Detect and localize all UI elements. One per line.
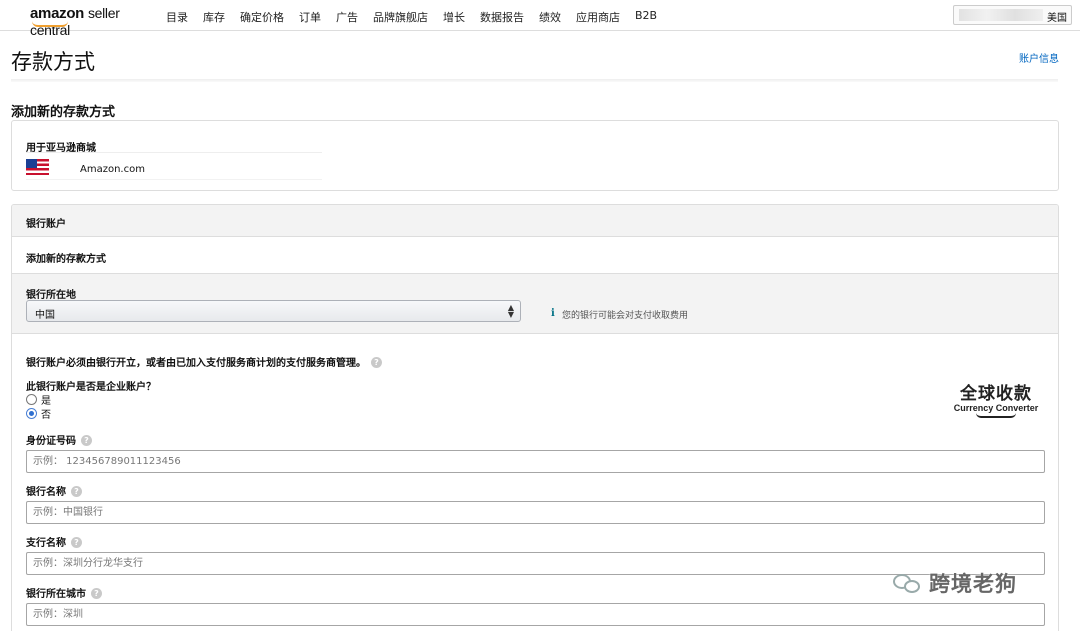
divider xyxy=(26,179,322,180)
help-icon[interactable]: ? xyxy=(81,435,92,446)
id-number-input[interactable] xyxy=(27,451,1044,472)
divider xyxy=(26,152,322,153)
id-number-field[interactable] xyxy=(26,450,1045,473)
bank-location-label: 银行所在地 xyxy=(26,290,76,301)
marketplace-site: Amazon.com xyxy=(80,164,145,175)
smile-icon xyxy=(976,413,1016,418)
main-nav: 目录 库存 确定价格 订单 广告 品牌旗舰店 增长 数据报告 绩效 应用商店 B… xyxy=(166,9,672,25)
bank-city-label: 银行所在城市? xyxy=(26,585,102,600)
radio-yes-label: 是 xyxy=(41,396,51,407)
help-icon[interactable]: ? xyxy=(91,588,102,599)
amazon-smile-icon xyxy=(32,21,68,27)
bank-location-value: 中国 xyxy=(35,310,55,321)
add-method-row: 添加新的存款方式 xyxy=(12,237,1058,274)
radio-no[interactable] xyxy=(26,408,37,419)
bank-city-input[interactable] xyxy=(27,604,1044,625)
radio-no-option[interactable]: 否 xyxy=(26,406,51,421)
bank-panel-header: 银行账户 xyxy=(12,205,1058,237)
help-icon[interactable]: ? xyxy=(71,537,82,548)
bank-name-input[interactable] xyxy=(27,502,1044,523)
branch-name-label: 支行名称? xyxy=(26,534,82,549)
marketplace-label: 美国 xyxy=(1047,13,1067,24)
bank-name-field[interactable] xyxy=(26,501,1045,524)
nav-item-b2b[interactable]: B2B xyxy=(635,9,657,25)
currency-converter-cn: 全球收款 xyxy=(960,384,1032,404)
bank-city-field[interactable] xyxy=(26,603,1045,626)
nav-item-stores[interactable]: 品牌旗舰店 xyxy=(373,9,428,25)
page-title: 存款方式 xyxy=(11,50,95,74)
branch-name-input[interactable] xyxy=(27,553,1044,574)
bank-name-label: 银行名称? xyxy=(26,483,82,498)
section-heading: 添加新的存款方式 xyxy=(11,105,116,120)
bank-location-select[interactable]: 中国 ▲ ▼ xyxy=(26,300,521,322)
wechat-icon xyxy=(893,572,923,594)
amazon-seller-central-logo[interactable]: amazon seller central xyxy=(30,5,154,38)
help-icon[interactable]: ? xyxy=(71,486,82,497)
watermark: 跨境老狗 xyxy=(893,568,1017,598)
bank-account-panel: 银行账户 添加新的存款方式 银行所在地 中国 ▲ ▼ i 您的银行可能会对支付收取… xyxy=(11,204,1059,631)
help-icon[interactable]: ? xyxy=(371,357,382,368)
nav-item-orders[interactable]: 订单 xyxy=(299,9,321,25)
currency-converter-logo: 全球收款 Currency Converter xyxy=(946,379,1046,418)
marketplace-box: 用于亚马逊商城 Amazon.com xyxy=(11,120,1059,191)
nav-item-pricing[interactable]: 确定价格 xyxy=(240,9,284,25)
marketplace-switcher[interactable]: 美国 xyxy=(953,5,1072,25)
title-divider xyxy=(11,79,1058,82)
info-icon: i xyxy=(551,308,555,319)
us-flag-icon xyxy=(26,159,49,175)
nav-item-catalog[interactable]: 目录 xyxy=(166,9,188,25)
watermark-text: 跨境老狗 xyxy=(929,572,1017,596)
nav-item-reports[interactable]: 数据报告 xyxy=(480,9,524,25)
store-name-blurred xyxy=(959,9,1043,21)
bank-requirement-note: 银行账户必须由银行开立，或者由已加入支付服务商计划的支付服务商管理。? xyxy=(26,354,382,369)
nav-item-appstore[interactable]: 应用商店 xyxy=(576,9,620,25)
fee-info-text: 您的银行可能会对支付收取费用 xyxy=(562,311,689,321)
radio-yes-option[interactable]: 是 xyxy=(26,392,51,407)
bank-panel-title: 银行账户 xyxy=(26,219,66,230)
radio-yes[interactable] xyxy=(26,394,37,405)
add-method-label: 添加新的存款方式 xyxy=(26,254,106,265)
select-updown-icon: ▲ ▼ xyxy=(507,303,514,319)
nav-item-advertising[interactable]: 广告 xyxy=(336,9,358,25)
id-number-label: 身份证号码? xyxy=(26,432,92,447)
currency-converter-en: Currency Converter xyxy=(953,403,1039,413)
nav-item-growth[interactable]: 增长 xyxy=(443,9,465,25)
radio-no-label: 否 xyxy=(41,410,51,421)
corporate-question: 此银行账户是否是企业账户？ xyxy=(26,382,156,393)
account-info-link[interactable]: 账户信息 xyxy=(1019,50,1059,65)
bank-location-row: 银行所在地 中国 ▲ ▼ i 您的银行可能会对支付收取费用 xyxy=(12,274,1058,334)
nav-item-inventory[interactable]: 库存 xyxy=(203,9,225,25)
top-nav-bar: amazon seller central 目录 库存 确定价格 订单 广告 品… xyxy=(0,0,1080,38)
nav-item-performance[interactable]: 绩效 xyxy=(539,9,561,25)
